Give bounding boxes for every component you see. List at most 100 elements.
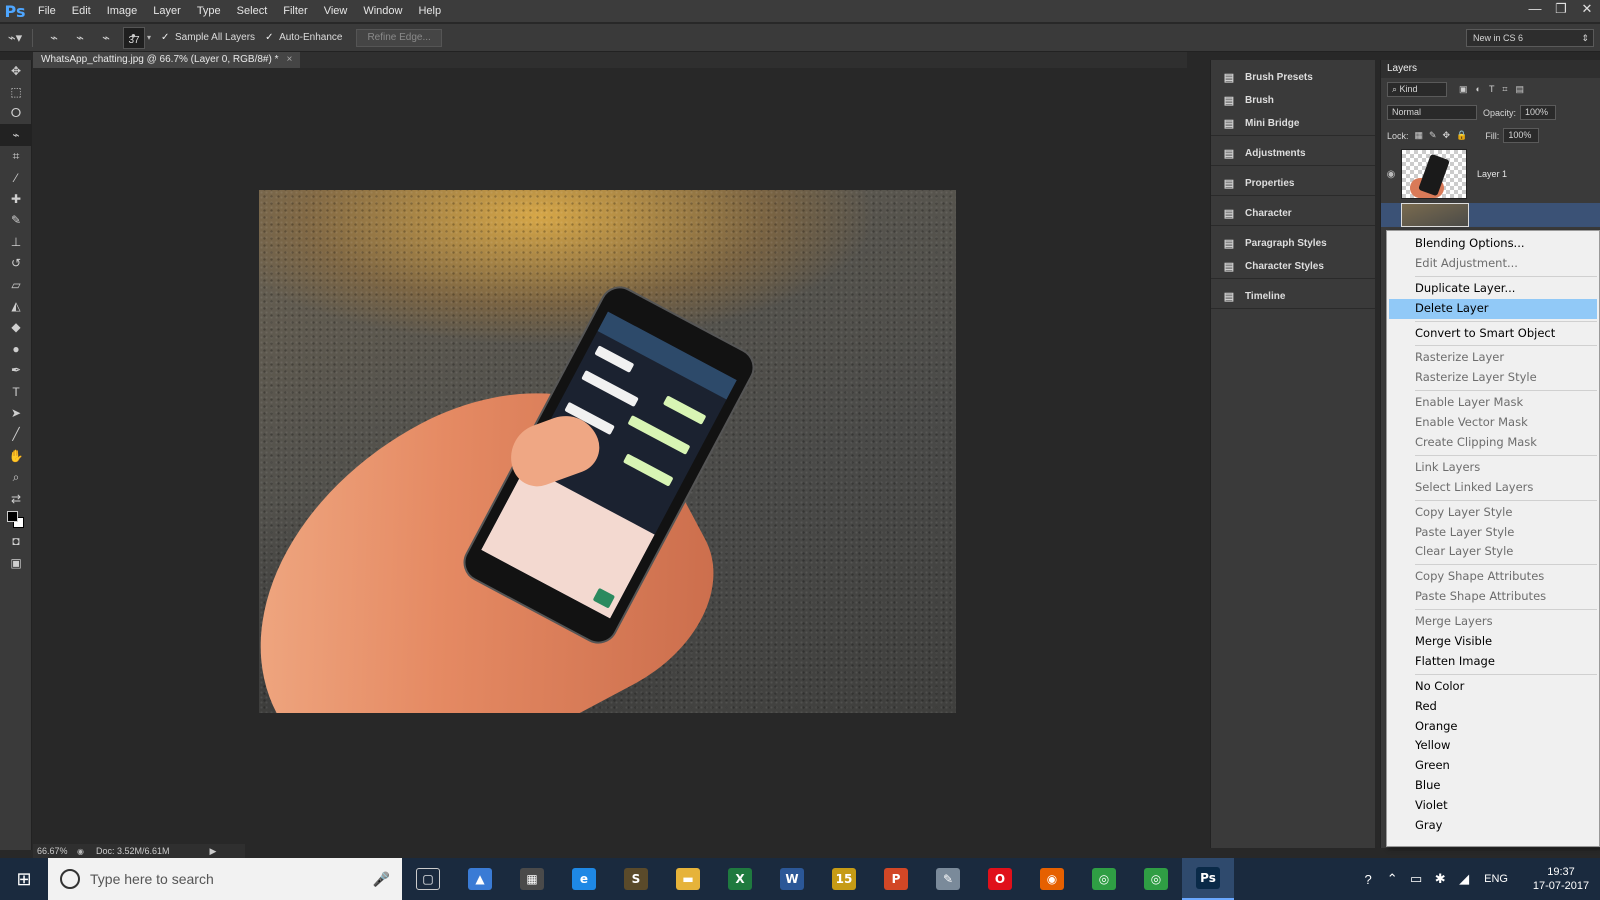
powerpoint-icon[interactable]: P (870, 858, 922, 900)
history-brush-tool-icon[interactable]: ↺ (0, 253, 32, 274)
type-tool-icon[interactable]: T (0, 381, 32, 402)
restore-button[interactable]: ❐ (1548, 0, 1574, 20)
dock-item-paragraph-styles[interactable]: ▤ Paragraph Styles (1211, 232, 1375, 255)
brush-tool-icon[interactable]: ✎ (0, 210, 32, 231)
wifi-icon[interactable]: ◢ (1452, 871, 1476, 887)
menu-window[interactable]: Window (355, 5, 410, 17)
eraser-tool-icon[interactable]: ▱ (0, 274, 32, 295)
path-selection-tool-icon[interactable]: ➤ (0, 402, 32, 423)
filter-type-icons[interactable]: ▣◐T⌗▤ (1459, 84, 1532, 95)
zoom-level[interactable]: 66.67% (37, 846, 77, 856)
context-menu-item-gray[interactable]: Gray (1387, 816, 1599, 836)
healing-brush-tool-icon[interactable]: ✚ (0, 188, 32, 209)
dock-item-brush-presets[interactable]: ▤ Brush Presets (1211, 66, 1375, 89)
dock-item-character[interactable]: ▤ Character (1211, 202, 1375, 225)
battery-icon[interactable]: ▭ (1404, 871, 1428, 887)
dodge-tool-icon[interactable]: ● (0, 338, 32, 359)
status-menu-arrow-icon[interactable]: ▶ (210, 846, 217, 857)
close-icon[interactable]: × (287, 52, 293, 68)
canvas-area[interactable] (33, 68, 1187, 844)
new-selection-icon[interactable]: ⌁ (43, 28, 65, 48)
status-info-icon[interactable]: ◉ (77, 847, 84, 856)
eye-icon[interactable]: ◉ (1381, 169, 1401, 180)
clock[interactable]: 19:37 17-07-2017 (1522, 865, 1600, 893)
context-menu-item-orange[interactable]: Orange (1387, 717, 1599, 737)
brush-size-picker[interactable]: 37 (123, 23, 145, 49)
minimize-button[interactable]: — (1522, 0, 1548, 20)
layer-row[interactable]: ◉ Layer 1 (1381, 147, 1600, 201)
paint-bucket-tool-icon[interactable]: ◭ (0, 295, 32, 316)
sublime-icon[interactable]: S (610, 858, 662, 900)
lasso-tool-icon[interactable]: ⵔ (0, 103, 32, 124)
menu-select[interactable]: Select (229, 5, 276, 17)
chrome-icon[interactable]: ◎ (1078, 858, 1130, 900)
search-box[interactable]: Type here to search 🎤 (48, 858, 402, 900)
context-menu-item-convert-to-smart-object[interactable]: Convert to Smart Object (1387, 324, 1599, 344)
context-menu-item-blending-options[interactable]: Blending Options... (1387, 234, 1599, 254)
menu-type[interactable]: Type (189, 5, 229, 17)
context-menu-item-delete-layer[interactable]: Delete Layer (1389, 298, 1597, 319)
clone-stamp-tool-icon[interactable]: ⊥ (0, 231, 32, 252)
menu-filter[interactable]: Filter (275, 5, 315, 17)
blend-mode-select[interactable]: Normal (1387, 105, 1477, 120)
context-menu-item-no-color[interactable]: No Color (1387, 677, 1599, 697)
quick-selection-tool-icon[interactable]: ⌁ (0, 124, 32, 146)
dock-item-timeline[interactable]: ▤ Timeline (1211, 285, 1375, 308)
refine-edge-button[interactable]: Refine Edge... (356, 28, 442, 47)
menu-help[interactable]: Help (410, 5, 449, 17)
quick-selection-tool-preset-icon[interactable]: ⌁▾ (4, 28, 26, 48)
windows-start-icon[interactable]: ⊞ (0, 858, 48, 900)
menu-edit[interactable]: Edit (64, 5, 99, 17)
pen-tool-icon[interactable]: ✒ (0, 359, 32, 380)
store-icon[interactable]: ▦ (506, 858, 558, 900)
edge-icon[interactable]: e (558, 858, 610, 900)
layer-name[interactable]: Layer 1 (1477, 169, 1507, 179)
blur-tool-icon[interactable]: ◆ (0, 317, 32, 338)
crop-tool-icon[interactable]: ⌗ (0, 146, 32, 167)
context-menu-item-red[interactable]: Red (1387, 697, 1599, 717)
photoshop-icon[interactable]: Ps (1182, 858, 1234, 900)
quick-mask-icon[interactable]: ◘ (0, 531, 32, 552)
chevron-down-icon[interactable]: ▾ (147, 33, 151, 42)
chrome-user-icon[interactable]: ◎ (1130, 858, 1182, 900)
layers-tab[interactable]: Layers (1381, 60, 1600, 78)
context-menu-item-yellow[interactable]: Yellow (1387, 736, 1599, 756)
zoom-tool-icon[interactable]: ⌕ (0, 466, 32, 487)
dock-item-properties[interactable]: ▤ Properties (1211, 172, 1375, 195)
photos-icon[interactable]: ▲ (454, 858, 506, 900)
swap-colors-icon[interactable]: ⇄ (0, 488, 32, 509)
firefox-icon[interactable]: ◉ (1026, 858, 1078, 900)
bluetooth-icon[interactable]: ✱ (1428, 871, 1452, 887)
fill-input[interactable]: 100% (1503, 128, 1540, 143)
add-to-selection-icon[interactable]: ⌁ (69, 28, 91, 48)
context-menu-item-duplicate-layer[interactable]: Duplicate Layer... (1387, 279, 1599, 299)
eyedropper-tool-icon[interactable]: ⁄ (0, 167, 32, 188)
document-tab[interactable]: WhatsApp_chatting.jpg @ 66.7% (Layer 0, … (33, 52, 301, 68)
screen-mode-icon[interactable]: ▣ (0, 552, 32, 573)
document-image[interactable] (259, 190, 956, 713)
auto-enhance-checkbox[interactable]: ✓ Auto-Enhance (265, 32, 342, 43)
context-menu-item-violet[interactable]: Violet (1387, 796, 1599, 816)
opacity-input[interactable]: 100% (1520, 105, 1557, 120)
workspace-select[interactable]: New in CS 6 ⇕ (1466, 29, 1594, 47)
word-icon[interactable]: W (766, 858, 818, 900)
dock-item-character-styles[interactable]: ▤ Character Styles (1211, 255, 1375, 278)
context-menu-item-blue[interactable]: Blue (1387, 776, 1599, 796)
file-explorer-icon[interactable]: ▬ (662, 858, 714, 900)
chevron-up-icon[interactable]: ⌃ (1380, 871, 1404, 887)
dock-item-adjustments[interactable]: ▤ Adjustments (1211, 142, 1375, 165)
dock-item-brush[interactable]: ▤ Brush (1211, 89, 1375, 112)
dock-item-mini-bridge[interactable]: ▤ Mini Bridge (1211, 112, 1375, 135)
opera-icon[interactable]: O (974, 858, 1026, 900)
context-menu-item-merge-visible[interactable]: Merge Visible (1387, 632, 1599, 652)
foreground-background-color-icon[interactable] (0, 509, 32, 530)
menu-layer[interactable]: Layer (145, 5, 189, 17)
layer-row-selected[interactable] (1381, 203, 1600, 227)
paint-icon[interactable]: ✎ (922, 858, 974, 900)
layer-kind-filter[interactable]: ⌕ Kind (1387, 82, 1447, 97)
task-view-icon[interactable]: ▢ (402, 858, 454, 900)
move-tool-icon[interactable]: ✥ (0, 60, 32, 81)
lock-options-icons[interactable]: ▦✎✥🔒 (1415, 130, 1474, 141)
context-menu-item-green[interactable]: Green (1387, 756, 1599, 776)
marquee-tool-icon[interactable]: ⬚ (0, 81, 32, 102)
